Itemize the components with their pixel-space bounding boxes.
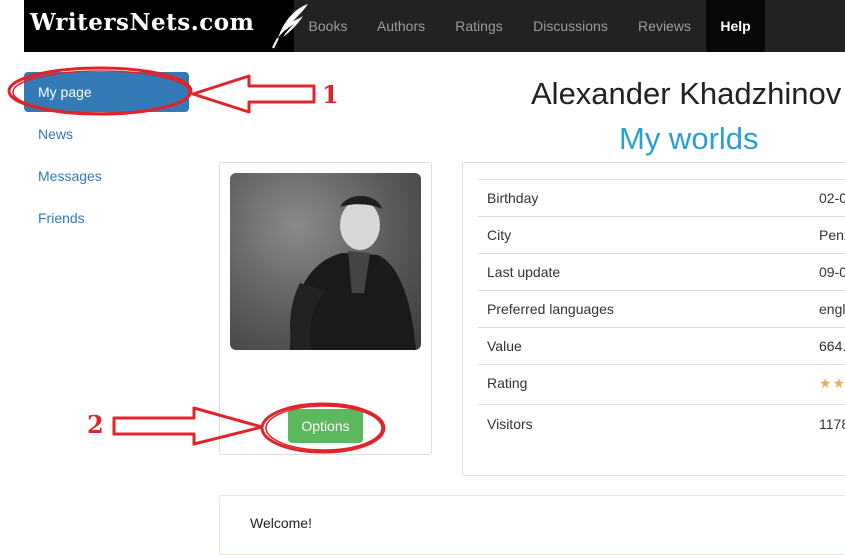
info-value: 09-0 (819, 264, 845, 280)
sidebar-item-messages[interactable]: Messages (24, 156, 189, 196)
sidebar-item-friends[interactable]: Friends (24, 198, 189, 238)
table-row: Last update 09-0 (478, 253, 845, 290)
annotation-number-1: 1 (322, 80, 339, 109)
table-row: Visitors 1178 (478, 404, 845, 444)
options-button[interactable]: Options (288, 409, 363, 443)
sidebar-item-my-page[interactable]: My page (24, 72, 189, 112)
welcome-panel: Welcome! (219, 495, 845, 555)
profile-name: Alexander Khadzhinov (531, 76, 842, 111)
table-row: Rating ★★ (478, 364, 845, 404)
profile-info-card: Birthday 02-0 City Penz Last update 09-0… (462, 162, 845, 476)
table-row: City Penz (478, 216, 845, 253)
arrow-left-icon (191, 74, 316, 114)
info-value: 664. (819, 338, 845, 354)
info-key: Visitors (487, 416, 533, 432)
info-key: Preferred languages (487, 301, 614, 317)
nav-discussions[interactable]: Discussions (518, 0, 623, 52)
sidebar-item-news[interactable]: News (24, 114, 189, 154)
nav-ratings[interactable]: Ratings (440, 0, 518, 52)
table-row: Value 664. (478, 327, 845, 364)
info-value: 1178 (819, 416, 845, 432)
profile-photo-card: Options (219, 162, 432, 455)
nav-books[interactable]: Books (294, 0, 362, 52)
info-value: engl (819, 301, 845, 317)
welcome-text: Welcome! (250, 515, 312, 531)
nav-authors[interactable]: Authors (362, 0, 440, 52)
annotation-number-2: 2 (87, 410, 104, 439)
person-silhouette-icon (290, 195, 416, 350)
my-worlds-link[interactable]: My worlds (619, 121, 759, 157)
info-value: Penz (819, 227, 845, 243)
nav-help[interactable]: Help (706, 0, 765, 52)
table-row: Birthday 02-0 (478, 179, 845, 216)
profile-photo (230, 173, 421, 350)
info-key: Last update (487, 264, 561, 280)
table-row: Preferred languages engl (478, 290, 845, 327)
info-key: City (487, 227, 512, 243)
info-key: Value (487, 338, 522, 354)
info-value: 02-0 (819, 190, 845, 206)
site-name: WritersNets.com (30, 9, 255, 36)
nav-reviews[interactable]: Reviews (623, 0, 706, 52)
info-key: Birthday (487, 190, 539, 206)
rating-stars-icon: ★★ (819, 375, 845, 391)
site-logo[interactable]: WritersNets.com (24, 0, 308, 52)
info-key: Rating (487, 375, 528, 391)
